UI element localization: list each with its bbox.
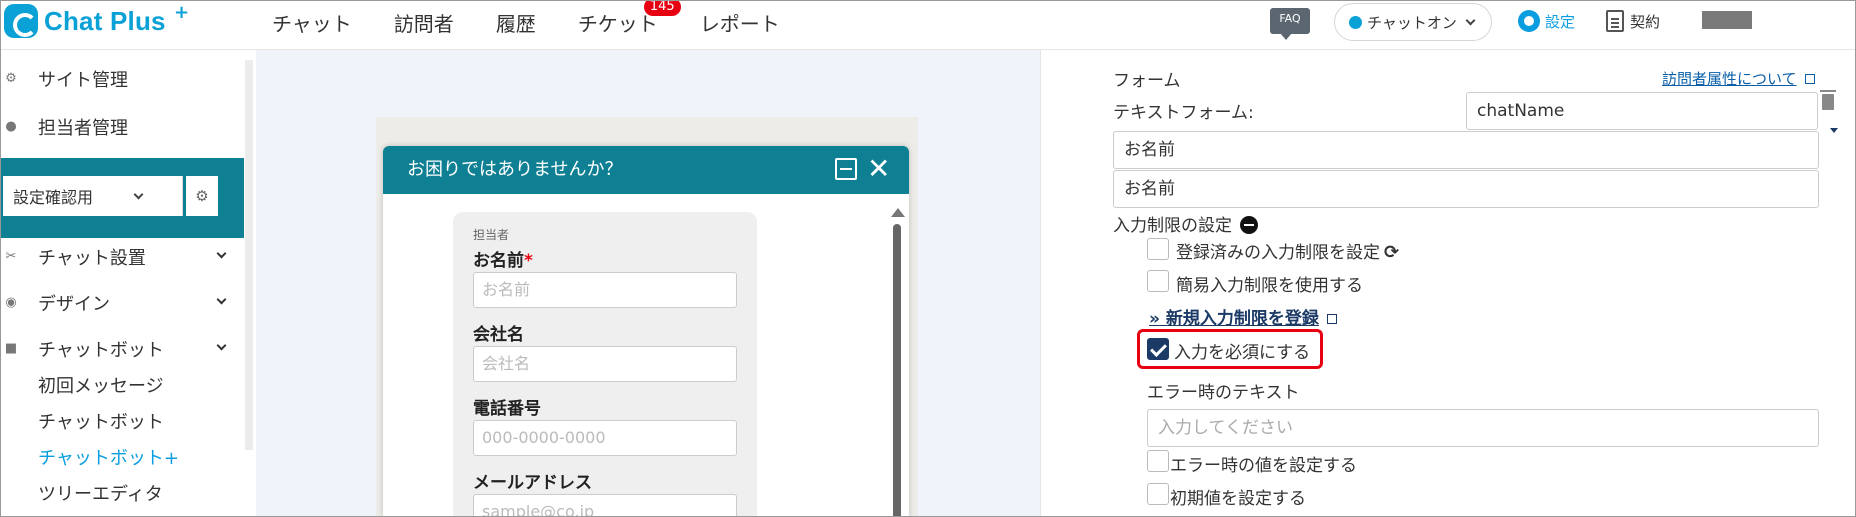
palette-icon: ◉ bbox=[5, 295, 17, 310]
email-input[interactable]: sample@co.jp bbox=[473, 494, 737, 517]
error-text-label: エラー時のテキスト bbox=[1147, 383, 1300, 403]
contract-label: 契約 bbox=[1630, 12, 1661, 31]
site-select-value: 設定確認用 bbox=[13, 188, 94, 207]
visitor-attribute-link[interactable]: 訪問者属性について bbox=[1662, 68, 1815, 89]
gear-icon bbox=[1518, 10, 1540, 32]
minimize-icon[interactable] bbox=[835, 158, 857, 180]
chat-form-card: 担当者 お名前* お名前 会社名 会社名 電話番号 000-0000-0000 … bbox=[453, 212, 757, 517]
chat-widget-title: お困りではありませんか？ bbox=[407, 159, 623, 180]
required-marker: * bbox=[524, 251, 533, 271]
settings-label: 設定 bbox=[1545, 12, 1576, 31]
collapse-minus-icon[interactable] bbox=[1240, 216, 1258, 234]
form-field-label: 電話番号 bbox=[473, 399, 541, 419]
chat-status-label: チャットオン bbox=[1367, 13, 1457, 32]
name-input[interactable]: お名前 bbox=[473, 272, 737, 308]
error-value-label: エラー時の値を設定する bbox=[1170, 456, 1357, 476]
nav-visitors[interactable]: 訪問者 bbox=[394, 8, 454, 37]
form-field-label: メールアドレス bbox=[473, 473, 592, 493]
external-link-icon bbox=[1326, 314, 1337, 324]
error-text-input[interactable]: 入力してください bbox=[1147, 409, 1819, 447]
chat-status-dropdown[interactable]: チャットオン bbox=[1334, 3, 1492, 41]
chat-widget-header: お困りではありませんか？ ✕ bbox=[383, 146, 909, 194]
initial-value-checkbox[interactable] bbox=[1147, 483, 1169, 505]
required-checkbox-label: 入力を必須にする bbox=[1174, 343, 1311, 363]
sidebar-item-chatbot[interactable]: ■ チャットボット bbox=[0, 336, 164, 362]
registered-restriction-checkbox[interactable] bbox=[1147, 238, 1169, 260]
site-select[interactable]: 設定確認用 bbox=[3, 176, 183, 216]
external-link-icon bbox=[1804, 74, 1815, 84]
sidebar-item-chat-settings[interactable]: ✂ チャット設置 bbox=[0, 244, 146, 270]
chat-widget-preview: お困りではありませんか？ ✕ 担当者 お名前* お名前 会社名 会社名 電話番号… bbox=[383, 146, 909, 517]
registered-restriction-label: 登録済みの入力制限を設定 ⟳ bbox=[1176, 242, 1400, 263]
sidebar-subitem-tree-editor[interactable]: ツリーエディタ bbox=[38, 480, 163, 506]
settings-link[interactable]: 設定 bbox=[1518, 10, 1575, 32]
company-input[interactable]: 会社名 bbox=[473, 346, 737, 382]
close-icon[interactable]: ✕ bbox=[867, 146, 890, 192]
logo-text: Chat Plus bbox=[44, 5, 166, 36]
ticket-count-badge: 145 bbox=[643, 0, 681, 16]
trash-icon[interactable] bbox=[1820, 90, 1836, 110]
field-label-input[interactable]: お名前 bbox=[1113, 131, 1819, 169]
faq-button[interactable]: FAQ bbox=[1270, 8, 1310, 40]
initial-value-label: 初期値を設定する bbox=[1170, 489, 1306, 509]
site-settings-gear-icon[interactable]: ⚙ bbox=[186, 176, 218, 216]
chat-scrollbar[interactable] bbox=[891, 206, 905, 517]
status-dot-icon bbox=[1349, 15, 1362, 29]
gears-icon: ⚙ bbox=[5, 71, 17, 86]
sidebar-subitem-first-message[interactable]: 初回メッセージ bbox=[38, 372, 164, 398]
sidebar-item-design[interactable]: ◉ デザイン bbox=[0, 290, 110, 316]
chevron-down-icon bbox=[1465, 15, 1476, 25]
staff-label: 担当者 bbox=[473, 228, 510, 242]
input-restriction-label: 入力制限の設定 bbox=[1113, 211, 1258, 236]
sidebar-item-staff-admin[interactable]: ● 担当者管理 bbox=[0, 114, 128, 140]
chevron-down-icon bbox=[133, 189, 144, 199]
error-value-checkbox[interactable] bbox=[1147, 450, 1169, 472]
text-form-name-input[interactable]: chatName bbox=[1466, 92, 1818, 130]
caret-down-icon[interactable] bbox=[1830, 128, 1838, 133]
chat-bubble-icon: ■ bbox=[4, 341, 18, 356]
sidebar-subitem-chatbot[interactable]: チャットボット bbox=[38, 408, 164, 434]
document-icon bbox=[1606, 10, 1624, 32]
simple-restriction-label: 簡易入力制限を使用する bbox=[1176, 276, 1363, 296]
scrollbar-thumb[interactable] bbox=[893, 224, 901, 517]
sidebar-item-label: デザイン bbox=[38, 294, 110, 315]
form-field-label: お名前* bbox=[473, 251, 533, 271]
sidebar-item-label: チャット設置 bbox=[38, 248, 146, 269]
user-account-menu[interactable] bbox=[1702, 11, 1752, 29]
nav-chat[interactable]: チャット bbox=[272, 8, 352, 37]
logo-icon bbox=[4, 4, 38, 38]
main-nav: チャット 訪問者 履歴 チケット 145 レポート bbox=[272, 0, 822, 37]
section-title: フォーム bbox=[1113, 71, 1181, 91]
nav-history[interactable]: 履歴 bbox=[496, 8, 536, 37]
scroll-up-arrow-icon[interactable] bbox=[891, 208, 905, 217]
nav-reports[interactable]: レポート bbox=[700, 8, 780, 37]
field-placeholder-input[interactable]: お名前 bbox=[1113, 170, 1819, 208]
contract-link[interactable]: 契約 bbox=[1606, 10, 1660, 32]
phone-input[interactable]: 000-0000-0000 bbox=[473, 420, 737, 456]
logo[interactable]: Chat Plus + bbox=[4, 2, 189, 38]
form-field-label: 会社名 bbox=[473, 325, 524, 345]
sidebar-item-label: 担当者管理 bbox=[38, 118, 128, 139]
nav-tickets[interactable]: チケット 145 bbox=[577, 0, 681, 37]
required-checkbox[interactable] bbox=[1147, 338, 1169, 360]
refresh-icon[interactable]: ⟳ bbox=[1384, 242, 1399, 263]
text-form-label: テキストフォーム: bbox=[1113, 103, 1254, 123]
simple-restriction-checkbox[interactable] bbox=[1147, 270, 1169, 292]
tools-icon: ✂ bbox=[5, 249, 17, 264]
nav-tickets-label: チケット bbox=[577, 12, 658, 36]
sidebar-scrollbar[interactable] bbox=[245, 60, 253, 450]
top-header: Chat Plus + チャット 訪問者 履歴 チケット 145 レポート FA… bbox=[0, 0, 1856, 50]
sidebar-item-label: チャットボット bbox=[38, 340, 164, 361]
users-icon: ● bbox=[5, 119, 17, 134]
logo-plus: + bbox=[174, 2, 190, 23]
sidebar-item-site-admin[interactable]: ⚙ サイト管理 bbox=[0, 66, 128, 92]
new-restriction-link[interactable]: » 新規入力制限を登録 bbox=[1149, 304, 1337, 329]
sidebar-item-label: サイト管理 bbox=[38, 70, 128, 91]
sidebar-subitem-chatbot-plus[interactable]: チャットボット+ bbox=[38, 444, 179, 470]
